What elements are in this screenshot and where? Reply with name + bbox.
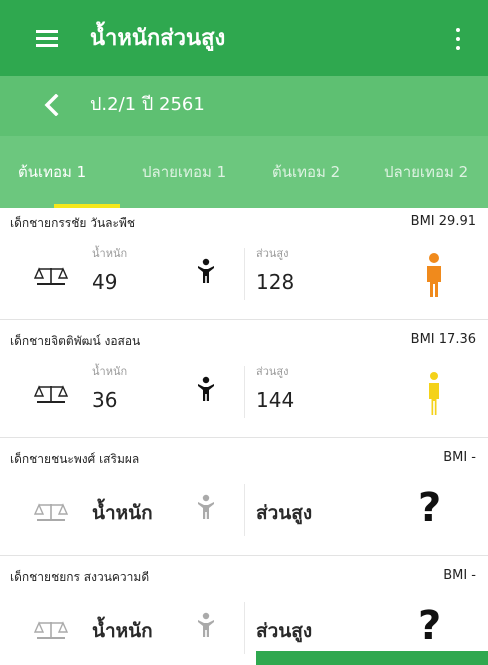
height-placeholder[interactable]: ส่วนสูง [256,616,312,646]
weight-value[interactable]: 36 [92,388,117,412]
scale-icon [34,267,68,285]
chevron-left-icon[interactable] [42,94,62,116]
child-icon [198,258,214,283]
height-placeholder[interactable]: ส่วนสูง [256,498,312,528]
child-icon [198,494,214,519]
weight-value[interactable]: 49 [92,270,117,294]
bmi-status-person-icon [427,253,441,297]
bmi-status-person-icon [429,372,439,415]
divider [244,248,245,300]
height-label: ส่วนสูง [256,247,289,260]
height-label: ส่วนสูง [256,365,289,378]
student-name: เด็กชายชยกร สงวนความดี [10,570,150,584]
child-icon [198,376,214,401]
height-value[interactable]: 144 [256,388,294,412]
tab-term1-start[interactable]: ต้นเทอม 1 [18,162,86,182]
tab-term1-end[interactable]: ปลายเทอม 1 [142,162,226,182]
student-card[interactable]: เด็กชายกรรชัย วันละพืช BMI 29.91 น้ำหนัก… [0,208,488,320]
save-button[interactable] [256,651,488,665]
weight-label: น้ำหนัก [92,365,128,378]
height-value[interactable]: 128 [256,270,294,294]
row-separator [0,437,488,438]
student-list: เด็กชายกรรชัย วันละพืช BMI 29.91 น้ำหนัก… [0,208,488,665]
class-header: ป.2/1 ปี 2561 [0,76,488,136]
scale-icon [34,385,68,403]
more-vertical-icon[interactable] [452,28,464,50]
unknown-status-icon: ? [418,485,442,531]
hamburger-menu-icon[interactable] [36,30,58,47]
bmi-value: BMI - [443,568,476,583]
bmi-value: BMI 29.91 [410,214,476,229]
divider [244,484,245,536]
divider [244,366,245,418]
divider [244,602,245,654]
row-separator [0,555,488,556]
weight-label: น้ำหนัก [92,247,128,260]
student-card[interactable]: เด็กชายชนะพงศ์ เสริมผล BMI - น้ำหนัก ส่ว… [0,444,488,556]
student-name: เด็กชายจิตติพัฒน์ งอสอน [10,334,141,348]
unknown-status-icon: ? [418,603,442,649]
tab-term2-end[interactable]: ปลายเทอม 2 [384,162,468,182]
bmi-value: BMI 17.36 [410,332,476,347]
bmi-value: BMI - [443,450,476,465]
student-card[interactable]: เด็กชายจิตติพัฒน์ งอสอน BMI 17.36 น้ำหนั… [0,326,488,438]
child-icon [198,612,214,637]
row-separator [0,319,488,320]
term-tabs: ต้นเทอม 1 ปลายเทอม 1 ต้นเทอม 2 ปลายเทอม … [0,136,488,208]
weight-placeholder[interactable]: น้ำหนัก [92,498,153,528]
app-bar: น้ำหนักส่วนสูง [0,0,488,76]
page-title: น้ำหนักส่วนสูง [90,26,226,51]
class-subtitle: ป.2/1 ปี 2561 [90,94,205,115]
student-card[interactable]: เด็กชายชยกร สงวนความดี BMI - น้ำหนัก ส่ว… [0,562,488,665]
scale-icon [34,621,68,639]
scale-icon [34,503,68,521]
tab-term2-start[interactable]: ต้นเทอม 2 [272,162,340,182]
weight-placeholder[interactable]: น้ำหนัก [92,616,153,646]
student-name: เด็กชายชนะพงศ์ เสริมผล [10,452,140,466]
student-name: เด็กชายกรรชัย วันละพืช [10,216,136,230]
